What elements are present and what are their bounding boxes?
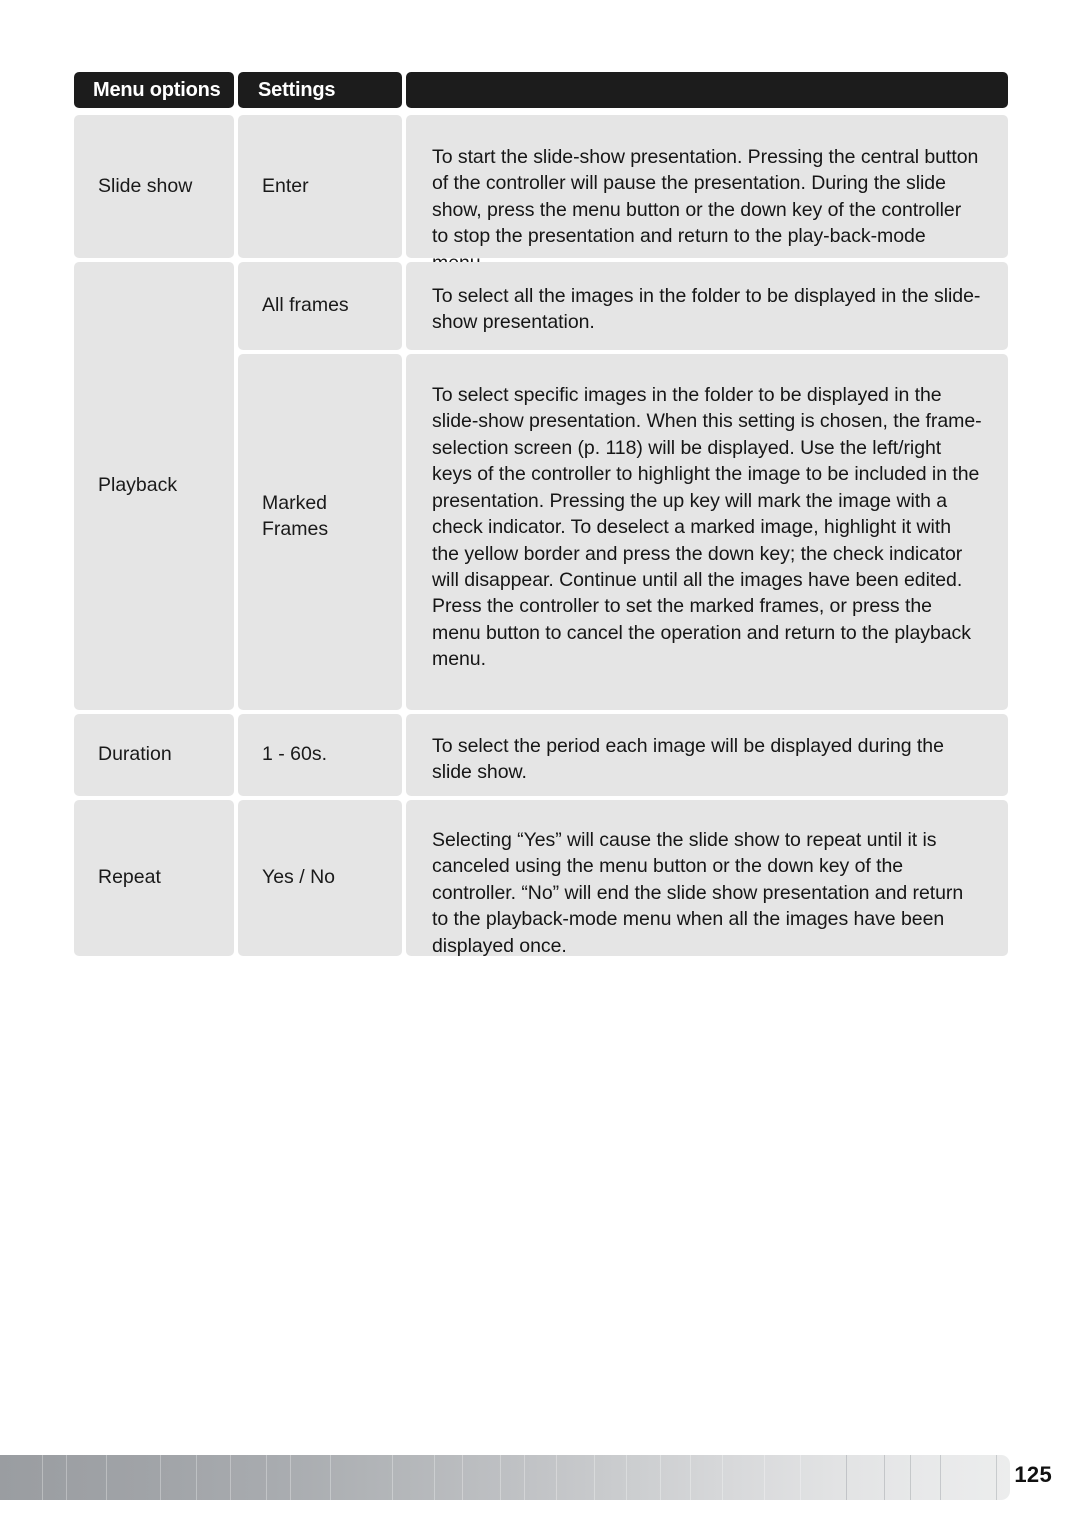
setting-label-line2: Frames xyxy=(262,517,329,540)
cell-description: To select all the images in the folder t… xyxy=(406,262,1008,350)
column-header-settings-label: Settings xyxy=(258,78,336,101)
cell-menu-option: Playback xyxy=(74,262,234,710)
description-column-group: To select all the images in the folder t… xyxy=(406,262,1008,710)
table-row: Slide show Enter To start the slide-show… xyxy=(74,115,1008,274)
menu-option-label: Repeat xyxy=(98,866,161,889)
table-row-group-playback: Playback All frames Marked Frames To sel… xyxy=(74,262,1008,710)
cell-menu-option: Repeat xyxy=(74,800,234,956)
cell-description: Selecting “Yes” will cause the slide sho… xyxy=(406,800,1008,957)
cell-setting: Yes / No xyxy=(238,800,402,956)
menu-options-table: Menu options Settings Slide show Enter T… xyxy=(74,72,1008,957)
description-text: To select the period each image will be … xyxy=(432,735,944,784)
cell-description: To select specific images in the folder … xyxy=(406,354,1008,710)
cell-description: To select the period each image will be … xyxy=(406,714,1008,796)
description-text: To select specific images in the folder … xyxy=(432,384,982,671)
setting-label: All frames xyxy=(262,294,349,317)
cell-setting: Marked Frames xyxy=(238,354,402,710)
setting-label: Enter xyxy=(262,174,309,197)
cell-setting: Enter xyxy=(238,115,402,258)
menu-option-label: Slide show xyxy=(98,174,193,197)
menu-option-label: Duration xyxy=(98,743,172,766)
setting-label: 1 - 60s. xyxy=(262,743,328,766)
setting-column-group: All frames Marked Frames xyxy=(238,262,402,710)
menu-option-label: Playback xyxy=(98,474,178,497)
setting-label-line1: Marked xyxy=(262,492,328,514)
column-header-menu-options-label: Menu options xyxy=(93,78,221,101)
column-header-menu-options: Menu options xyxy=(74,72,234,108)
description-text: Selecting “Yes” will cause the slide sho… xyxy=(432,829,964,957)
cell-description: To start the slide-show presentation. Pr… xyxy=(406,115,1008,274)
cell-menu-option: Duration xyxy=(74,714,234,796)
description-text: To start the slide-show presentation. Pr… xyxy=(432,146,979,274)
footer-gradient-bar xyxy=(0,1455,1010,1500)
table-header-row: Menu options Settings xyxy=(74,72,1008,108)
column-header-description xyxy=(406,72,1008,108)
table-row: Duration 1 - 60s. To select the period e… xyxy=(74,714,1008,796)
cell-setting: All frames xyxy=(238,262,402,350)
setting-label: Yes / No xyxy=(262,866,335,889)
cell-setting: 1 - 60s. xyxy=(238,714,402,796)
column-header-settings: Settings xyxy=(238,72,402,108)
description-text: To select all the images in the folder t… xyxy=(432,285,981,334)
cell-menu-option: Slide show xyxy=(74,115,234,258)
table-row: Repeat Yes / No Selecting “Yes” will cau… xyxy=(74,800,1008,957)
page-number: 125 xyxy=(1014,1462,1052,1487)
